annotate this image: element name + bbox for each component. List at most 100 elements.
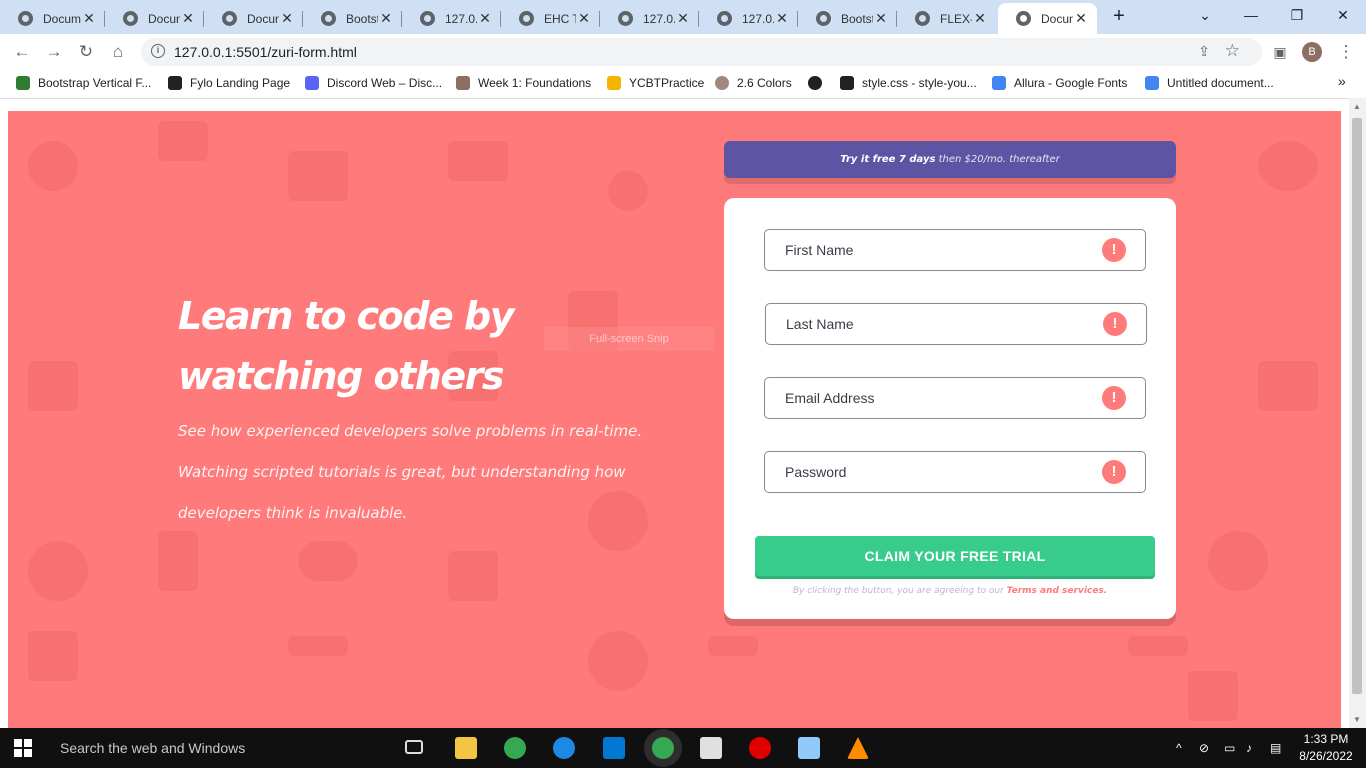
- windows-start-icon[interactable]: [14, 739, 32, 757]
- error-icon: !: [1102, 386, 1126, 410]
- minimize-icon[interactable]: —: [1228, 0, 1274, 30]
- first-name-placeholder: First Name: [785, 242, 854, 258]
- glitch-icon: [840, 76, 854, 90]
- tray-chevron-icon[interactable]: ^: [1176, 741, 1182, 755]
- pattern-shape: [1258, 141, 1318, 191]
- vlc-icon[interactable]: [847, 737, 869, 759]
- bookmark-item[interactable]: [808, 76, 830, 90]
- bookmark-item[interactable]: style.css - style-you...: [840, 76, 977, 90]
- browser-tab[interactable]: EHC Ta✕: [501, 3, 600, 34]
- close-icon[interactable]: ✕: [1073, 10, 1089, 27]
- promo-strong: Try it free 7 days: [840, 154, 936, 165]
- browser-tab[interactable]: 127.0.0✕: [699, 3, 798, 34]
- error-icon: !: [1102, 460, 1126, 484]
- opera-icon[interactable]: [749, 737, 771, 759]
- forward-icon[interactable]: →: [42, 40, 66, 64]
- taskbar-clock[interactable]: 1:33 PM 8/26/2022: [1296, 731, 1356, 765]
- close-icon[interactable]: ✕: [279, 10, 295, 27]
- extensions-icon[interactable]: ▣: [1268, 40, 1292, 64]
- browser-tab[interactable]: Bootst ✕: [303, 3, 402, 34]
- browser-toolbar: ← → ↻ ⌂ i 127.0.0.1:5501/zuri-form.html …: [0, 34, 1366, 70]
- file-explorer-icon[interactable]: [455, 737, 477, 759]
- clock-time: 1:33 PM: [1303, 732, 1349, 746]
- edge-icon[interactable]: [553, 737, 575, 759]
- close-icon[interactable]: ✕: [477, 10, 493, 27]
- url-text[interactable]: 127.0.0.1:5501/zuri-form.html: [174, 44, 357, 60]
- browser-tab[interactable]: Docum✕: [105, 3, 204, 34]
- pattern-shape: [1188, 671, 1238, 721]
- browser-tab[interactable]: Docum✕: [0, 3, 105, 34]
- close-icon[interactable]: ✕: [378, 10, 394, 27]
- bookmark-item[interactable]: Allura - Google Fonts: [992, 76, 1127, 90]
- bookmark-item[interactable]: Fylo Landing Page: [168, 76, 290, 90]
- volume-icon[interactable]: ♪: [1246, 741, 1252, 755]
- snip-overlay: Full-screen Snip: [544, 327, 714, 351]
- app-icon[interactable]: [798, 737, 820, 759]
- battery-icon[interactable]: ▭: [1224, 741, 1235, 755]
- home-icon[interactable]: ⌂: [106, 40, 130, 64]
- tools-icon: [456, 76, 470, 90]
- store-icon[interactable]: [700, 737, 722, 759]
- last-name-field[interactable]: Last Name !: [765, 303, 1147, 345]
- globe-icon: [717, 11, 732, 26]
- bookmark-item[interactable]: Bootstrap Vertical F...: [16, 76, 151, 90]
- close-icon[interactable]: ✕: [180, 10, 196, 27]
- bookmark-star-icon[interactable]: ☆: [1225, 41, 1240, 61]
- share-icon[interactable]: ⇪: [1198, 43, 1210, 60]
- bookmark-item[interactable]: 2.6 Colors: [715, 76, 792, 90]
- close-icon[interactable]: ✕: [675, 10, 691, 27]
- reload-icon[interactable]: ↻: [74, 40, 98, 64]
- bookmark-item[interactable]: Discord Web – Disc...: [305, 76, 442, 90]
- browser-tab[interactable]: Bootst ✕: [798, 3, 897, 34]
- browser-tab[interactable]: 127.0.0✕: [600, 3, 699, 34]
- close-icon[interactable]: ✕: [81, 10, 97, 27]
- chrome-profile-icon[interactable]: [652, 737, 674, 759]
- close-icon[interactable]: ✕: [576, 10, 592, 27]
- first-name-field[interactable]: First Name !: [764, 229, 1146, 271]
- network-icon[interactable]: ⊘: [1199, 741, 1209, 755]
- browser-tab[interactable]: FLEX-B✕: [897, 3, 996, 34]
- bookmark-item[interactable]: Week 1: Foundations: [456, 76, 591, 90]
- page-scrollbar[interactable]: ▲ ▼: [1349, 98, 1366, 728]
- bookmarks-overflow-button[interactable]: »: [1338, 73, 1346, 89]
- terms-link[interactable]: Terms and services.: [1007, 586, 1108, 596]
- pattern-shape: [608, 171, 648, 211]
- vscode-icon[interactable]: [603, 737, 625, 759]
- close-icon[interactable]: ✕: [774, 10, 790, 27]
- pattern-shape: [588, 631, 648, 691]
- pattern-shape: [158, 531, 198, 591]
- globe-icon: [420, 11, 435, 26]
- maximize-icon[interactable]: ❐: [1274, 0, 1320, 30]
- scroll-down-icon[interactable]: ▼: [1353, 715, 1361, 724]
- browser-tab[interactable]: Docum✕: [204, 3, 303, 34]
- password-field[interactable]: Password !: [764, 451, 1146, 493]
- scrollbar-thumb[interactable]: [1352, 118, 1362, 694]
- window-close-icon[interactable]: ✕: [1320, 0, 1366, 30]
- chrome-icon[interactable]: [504, 737, 526, 759]
- tab-search-icon[interactable]: ⌄: [1182, 0, 1228, 30]
- terms-notice: By clicking the button, you are agreeing…: [724, 586, 1176, 596]
- avatar-icon: [715, 76, 729, 90]
- taskbar-search-input[interactable]: Search the web and Windows: [60, 740, 245, 756]
- browser-tab-active[interactable]: Docum✕: [998, 3, 1097, 34]
- site-info-icon[interactable]: i: [151, 44, 165, 58]
- close-icon[interactable]: ✕: [873, 10, 889, 27]
- claim-free-trial-button[interactable]: CLAIM YOUR FREE TRIAL: [755, 536, 1155, 576]
- bootstrap-icon: [16, 76, 30, 90]
- scroll-up-icon[interactable]: ▲: [1353, 102, 1361, 111]
- address-bar[interactable]: i 127.0.0.1:5501/zuri-form.html ⇪ ☆: [141, 38, 1262, 66]
- bookmark-item[interactable]: YCBTPractice: [607, 76, 704, 90]
- close-icon[interactable]: ✕: [972, 10, 988, 27]
- avatar[interactable]: B: [1302, 42, 1322, 62]
- page-viewport: Learn to code by watching others See how…: [8, 111, 1341, 728]
- notification-icon[interactable]: ▤: [1270, 741, 1281, 755]
- email-field[interactable]: Email Address !: [764, 377, 1146, 419]
- new-tab-button[interactable]: +: [1108, 5, 1130, 27]
- globe-icon: [519, 11, 534, 26]
- task-view-icon[interactable]: [405, 740, 423, 754]
- taskbar: Search the web and Windows ^ ⊘ ▭ ♪ 1:33 …: [0, 728, 1366, 768]
- bookmark-item[interactable]: Untitled document...: [1145, 76, 1274, 90]
- menu-icon[interactable]: ⋮: [1334, 40, 1358, 64]
- browser-tab[interactable]: 127.0.0✕: [402, 3, 501, 34]
- back-icon[interactable]: ←: [10, 40, 34, 64]
